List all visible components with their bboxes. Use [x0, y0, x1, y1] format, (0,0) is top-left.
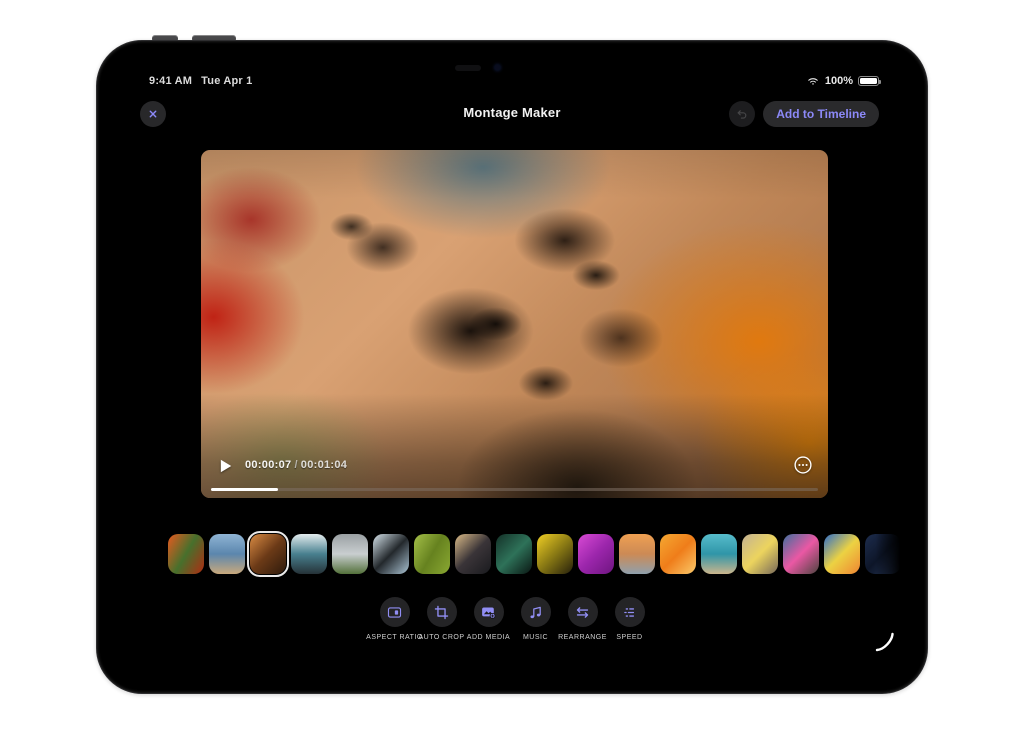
video-preview[interactable]: 00:00:07/00:01:04 [201, 150, 828, 498]
total-duration: 00:01:04 [301, 459, 347, 471]
auto-crop-label: AUTO CROP [419, 634, 465, 641]
undo-icon [735, 107, 749, 121]
progress-fill [211, 488, 278, 492]
music-label: MUSIC [523, 634, 548, 641]
thumbnail-clip-05[interactable] [332, 534, 368, 574]
page-background: 9:41 AM Tue Apr 1 100% Montage Maker Add… [0, 0, 1024, 734]
speed-icon [621, 604, 638, 621]
tool-aspect-ratio: ASPECT RATIO [371, 597, 418, 641]
progress-scrubber[interactable] [211, 488, 818, 492]
thumbnail-clip-04[interactable] [291, 534, 327, 574]
thumbnail-clip-01[interactable] [168, 534, 204, 574]
tool-music: MUSIC [512, 597, 559, 641]
status-left: 9:41 AM Tue Apr 1 [149, 75, 252, 87]
play-icon [215, 456, 235, 476]
thumbnail-clip-14[interactable] [701, 534, 737, 574]
aspect-ratio-icon [386, 604, 403, 621]
tool-auto-crop: AUTO CROP [418, 597, 465, 641]
auto-crop-button[interactable] [427, 597, 457, 627]
status-date: Tue Apr 1 [201, 75, 252, 87]
front-camera [495, 65, 500, 70]
battery-icon [858, 76, 879, 86]
tool-speed: SPEED [606, 597, 653, 641]
music-button[interactable] [521, 597, 551, 627]
thumbnail-strip [168, 532, 901, 576]
camera-housing [455, 65, 481, 71]
playback-time: 00:00:07/00:01:04 [245, 459, 347, 471]
status-time: 9:41 AM [149, 75, 192, 87]
current-time: 00:00:07 [245, 459, 291, 471]
thumbnail-clip-17[interactable] [824, 534, 860, 574]
battery-percent: 100% [825, 75, 853, 87]
thumbnail-clip-10[interactable] [537, 534, 573, 574]
undo-button[interactable] [729, 101, 755, 127]
thumbnail-clip-15[interactable] [742, 534, 778, 574]
thumbnail-clip-07[interactable] [414, 534, 450, 574]
music-icon [527, 604, 544, 621]
thumbnail-clip-06[interactable] [373, 534, 409, 574]
thumbnail-clip-12[interactable] [619, 534, 655, 574]
status-right: 100% [806, 75, 879, 87]
aspect-ratio-label: ASPECT RATIO [366, 634, 423, 641]
thumbnail-clip-13[interactable] [660, 534, 696, 574]
wifi-icon [806, 75, 820, 87]
ellipsis-circle-icon [792, 454, 814, 476]
status-bar: 9:41 AM Tue Apr 1 100% [149, 73, 879, 89]
auto-crop-icon [433, 604, 450, 621]
add-to-timeline-button[interactable]: Add to Timeline [763, 101, 879, 127]
speed-label: SPEED [616, 634, 642, 641]
more-options-button[interactable] [792, 454, 814, 476]
thumbnail-clip-02[interactable] [209, 534, 245, 574]
thumbnail-clip-03[interactable] [250, 534, 286, 574]
tool-add-media: ADD MEDIA [465, 597, 512, 641]
thumbnail-clip-16[interactable] [783, 534, 819, 574]
play-button[interactable] [215, 456, 235, 476]
add-media-icon [480, 604, 497, 621]
thumbnail-clip-11[interactable] [578, 534, 614, 574]
pencil-reflection-arc [873, 630, 897, 654]
rearrange-label: REARRANGE [558, 634, 607, 641]
rearrange-icon [574, 604, 591, 621]
thumbnail-clip-08[interactable] [455, 534, 491, 574]
thumbnail-clip-18[interactable] [865, 534, 901, 574]
toolbar: ASPECT RATIOAUTO CROPADD MEDIA MUSIC REARR… [97, 597, 927, 641]
ipad-device: 9:41 AM Tue Apr 1 100% Montage Maker Add… [96, 40, 928, 694]
video-gradient-overlay [201, 150, 828, 498]
thumbnail-clip-09[interactable] [496, 534, 532, 574]
nav-bar: Montage Maker Add to Timeline [97, 101, 927, 129]
add-media-button[interactable] [474, 597, 504, 627]
rearrange-button[interactable] [568, 597, 598, 627]
tool-rearrange: REARRANGE [559, 597, 606, 641]
aspect-ratio-button[interactable] [380, 597, 410, 627]
add-media-label: ADD MEDIA [467, 634, 510, 641]
speed-button[interactable] [615, 597, 645, 627]
time-separator: / [291, 459, 300, 471]
